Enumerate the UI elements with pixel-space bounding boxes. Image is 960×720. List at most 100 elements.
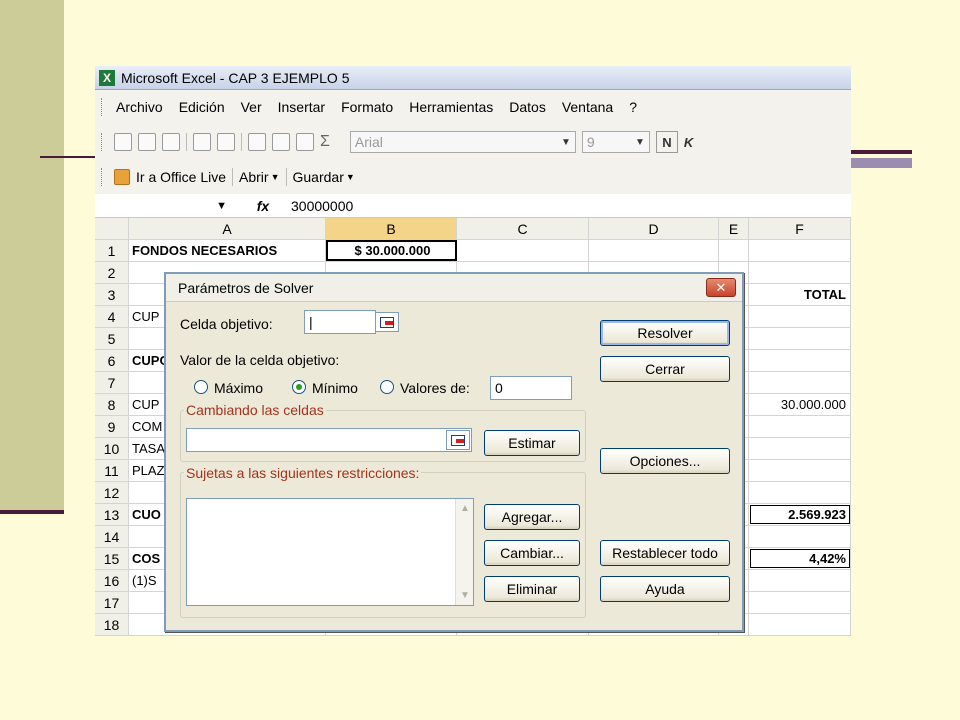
open-icon[interactable] bbox=[138, 133, 156, 151]
delete-button[interactable]: Eliminar bbox=[484, 576, 580, 602]
formula-input[interactable]: 30000000 bbox=[291, 198, 353, 214]
cell-f[interactable]: 2.569.923 bbox=[749, 504, 851, 525]
solver-icon[interactable] bbox=[296, 133, 314, 151]
cell-f[interactable]: 30.000.000 bbox=[749, 394, 851, 415]
collapse-dialog-icon[interactable] bbox=[446, 430, 470, 450]
row-header[interactable]: 9 bbox=[95, 416, 129, 437]
font-name-combo[interactable]: Arial ▼ bbox=[349, 131, 576, 153]
row-header[interactable]: 15 bbox=[95, 548, 129, 569]
add-button[interactable]: Agregar... bbox=[484, 504, 580, 530]
cell-f[interactable] bbox=[749, 526, 851, 547]
cell-f[interactable] bbox=[749, 482, 851, 503]
row-header[interactable]: 3 bbox=[95, 284, 129, 305]
value-of-radio[interactable] bbox=[380, 380, 394, 394]
cell-f[interactable] bbox=[749, 614, 851, 635]
menu-ventana[interactable]: Ventana bbox=[554, 99, 621, 115]
scroll-down-icon[interactable]: ▼ bbox=[456, 590, 474, 601]
cell-f[interactable] bbox=[749, 262, 851, 283]
cell-f[interactable] bbox=[749, 328, 851, 349]
open-menu-button[interactable]: Abrir bbox=[239, 169, 269, 185]
cell-e[interactable] bbox=[719, 240, 749, 261]
column-header-a[interactable]: A bbox=[129, 218, 326, 239]
column-header-c[interactable]: C bbox=[457, 218, 589, 239]
row-header[interactable]: 6 bbox=[95, 350, 129, 371]
autosum-icon[interactable]: Σ bbox=[320, 133, 330, 151]
italic-button[interactable]: K bbox=[684, 135, 693, 150]
row-header[interactable]: 1 bbox=[95, 240, 129, 261]
menu-archivo[interactable]: Archivo bbox=[108, 99, 171, 115]
cell-d[interactable] bbox=[589, 240, 719, 261]
constraints-label: Sujetas a las siguientes restricciones: bbox=[184, 465, 422, 481]
menu-formato[interactable]: Formato bbox=[333, 99, 401, 115]
column-header-f[interactable]: F bbox=[749, 218, 851, 239]
change-button[interactable]: Cambiar... bbox=[484, 540, 580, 566]
target-cell-input[interactable]: | bbox=[304, 310, 376, 334]
office-live-link[interactable]: Ir a Office Live bbox=[136, 169, 226, 185]
cell-f[interactable] bbox=[749, 416, 851, 437]
fx-icon[interactable]: fx bbox=[235, 198, 291, 214]
row-header[interactable]: 13 bbox=[95, 504, 129, 525]
menu-help[interactable]: ? bbox=[621, 99, 645, 115]
save-menu-button[interactable]: Guardar bbox=[293, 169, 344, 185]
menu-herramientas[interactable]: Herramientas bbox=[401, 99, 501, 115]
cell-f[interactable] bbox=[749, 570, 851, 591]
max-radio[interactable] bbox=[194, 380, 208, 394]
reset-all-button[interactable]: Restablecer todo bbox=[600, 540, 730, 566]
cell-f[interactable] bbox=[749, 592, 851, 613]
undo-icon[interactable] bbox=[272, 133, 290, 151]
row-header[interactable]: 12 bbox=[95, 482, 129, 503]
cell-f[interactable] bbox=[749, 306, 851, 327]
close-icon[interactable]: ✕ bbox=[706, 278, 736, 297]
column-header-b[interactable]: B bbox=[326, 218, 457, 239]
changing-cells-input[interactable] bbox=[186, 428, 472, 452]
print-preview-icon[interactable] bbox=[217, 133, 235, 151]
cell-b[interactable]: $ 30.000.000 bbox=[326, 240, 457, 261]
solve-button[interactable]: Resolver bbox=[600, 320, 730, 346]
slide-rule bbox=[40, 156, 100, 158]
row-header[interactable]: 10 bbox=[95, 438, 129, 459]
column-header-e[interactable]: E bbox=[719, 218, 749, 239]
options-button[interactable]: Opciones... bbox=[600, 448, 730, 474]
row-header[interactable]: 7 bbox=[95, 372, 129, 393]
cell-f[interactable] bbox=[749, 240, 851, 261]
guess-button[interactable]: Estimar bbox=[484, 430, 580, 456]
menu-datos[interactable]: Datos bbox=[501, 99, 554, 115]
cell-f[interactable]: TOTAL bbox=[749, 284, 851, 305]
close-button[interactable]: Cerrar bbox=[600, 356, 730, 382]
cell-a[interactable]: FONDOS NECESARIOS bbox=[129, 240, 326, 261]
menu-edicion[interactable]: Edición bbox=[171, 99, 233, 115]
help-button[interactable]: Ayuda bbox=[600, 576, 730, 602]
cell-f[interactable] bbox=[749, 438, 851, 459]
value-of-input[interactable]: 0 bbox=[490, 376, 572, 400]
cell-c[interactable] bbox=[457, 240, 589, 261]
cell-f[interactable] bbox=[749, 460, 851, 481]
min-radio[interactable] bbox=[292, 380, 306, 394]
menu-insertar[interactable]: Insertar bbox=[270, 99, 333, 115]
row-header[interactable]: 17 bbox=[95, 592, 129, 613]
constraints-list[interactable]: ▲ ▼ bbox=[186, 498, 474, 606]
spelling-icon[interactable] bbox=[248, 133, 266, 151]
font-size-combo[interactable]: 9 ▼ bbox=[581, 131, 650, 153]
bold-button[interactable]: N bbox=[655, 131, 678, 153]
scroll-up-icon[interactable]: ▲ bbox=[456, 503, 474, 514]
select-all-corner[interactable] bbox=[95, 218, 129, 239]
cell-f[interactable] bbox=[749, 372, 851, 393]
row-header[interactable]: 2 bbox=[95, 262, 129, 283]
cell-f[interactable]: 4,42% bbox=[749, 548, 851, 569]
save-icon[interactable] bbox=[162, 133, 180, 151]
constraints-scrollbar[interactable]: ▲ ▼ bbox=[455, 499, 473, 605]
row-header[interactable]: 16 bbox=[95, 570, 129, 591]
collapse-dialog-icon[interactable] bbox=[375, 312, 399, 332]
name-box-chevron-icon[interactable]: ▼ bbox=[95, 200, 235, 212]
row-header[interactable]: 18 bbox=[95, 614, 129, 635]
row-header[interactable]: 8 bbox=[95, 394, 129, 415]
print-icon[interactable] bbox=[193, 133, 211, 151]
row-header[interactable]: 4 bbox=[95, 306, 129, 327]
column-header-d[interactable]: D bbox=[589, 218, 719, 239]
new-icon[interactable] bbox=[114, 133, 132, 151]
row-header[interactable]: 14 bbox=[95, 526, 129, 547]
menu-ver[interactable]: Ver bbox=[233, 99, 270, 115]
row-header[interactable]: 5 bbox=[95, 328, 129, 349]
cell-f[interactable] bbox=[749, 350, 851, 371]
row-header[interactable]: 11 bbox=[95, 460, 129, 481]
